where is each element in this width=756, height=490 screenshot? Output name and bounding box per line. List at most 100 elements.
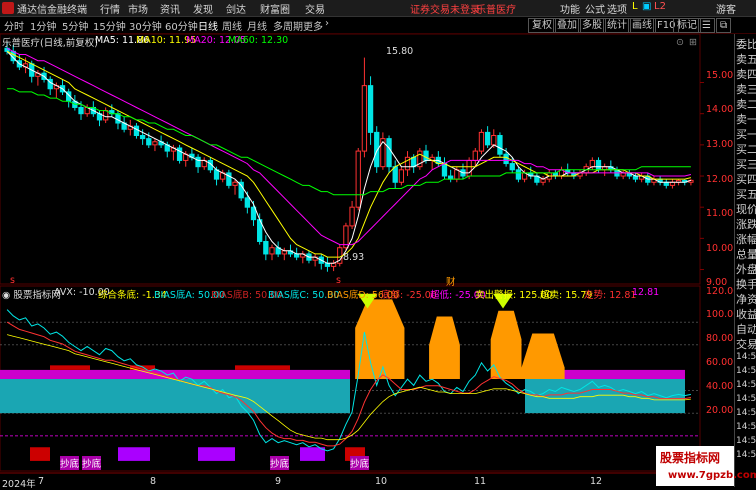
period-toolbar: 分时 1分钟 5分钟 15分钟 30分钟 60分钟 日线 周线 月线 多周期 更… [0, 17, 756, 34]
chevron-right-icon[interactable]: › [325, 18, 329, 29]
fuquan-button[interactable]: 复权 [528, 18, 556, 33]
menu-shichang[interactable]: 市场 [128, 1, 148, 16]
price-tick-15: 15.00 [706, 70, 734, 81]
candle-body-18 [115, 113, 121, 124]
period-1min[interactable]: 1分钟 [30, 18, 56, 33]
period-15min[interactable]: 15分钟 [93, 18, 126, 33]
price-tick-12: 12.00 [706, 174, 734, 185]
huaxian-button[interactable]: 画线 [628, 18, 656, 33]
red-block-0 [50, 365, 90, 370]
candle-body-68 [423, 150, 429, 161]
indicator-name: ◉ 股票指标网 [2, 287, 61, 301]
date-9: 9 [275, 476, 282, 487]
rp-buy1: 买一 [736, 128, 756, 141]
diejia-button[interactable]: 叠加 [553, 18, 581, 33]
fullscreen-icon[interactable]: ⧉ [716, 18, 732, 33]
candle-body-73 [454, 169, 460, 180]
price-tick-13: 13.00 [706, 139, 734, 150]
app-logo-icon [2, 2, 14, 14]
period-daily[interactable]: 日线 [198, 18, 218, 33]
rp-sell2: 卖二 [736, 98, 756, 111]
rp-weibi: 委比 [736, 38, 756, 51]
quote-side-panel[interactable]: 委比 卖五 卖四 卖三 卖二 卖一 买一 买二 买三 买四 买五 现价 涨跌 涨… [734, 34, 756, 487]
candle-body-39 [244, 197, 251, 208]
date-year: 2024年 [2, 479, 36, 490]
candle-body-21 [133, 125, 140, 137]
title-bar: 通达信金融终端 行情 市场 资讯 发现 剑达 财富圈 交易 证券交易未登录 乐普… [0, 0, 756, 17]
bottom-block-1 [118, 447, 150, 461]
rp-turnover: 换手 [736, 278, 756, 291]
period-fenshi[interactable]: 分时 [4, 18, 24, 33]
rp-buy4: 买四 [736, 173, 756, 186]
candle-body-76 [472, 150, 478, 161]
menu-faxian[interactable]: 发现 [193, 1, 213, 16]
period-5min[interactable]: 5分钟 [62, 18, 88, 33]
period-30min[interactable]: 30分钟 [129, 18, 162, 33]
menu-caifuquan[interactable]: 财富圈 [260, 1, 290, 16]
rp-auto[interactable]: 自动 [736, 321, 756, 337]
rp-time-6: 14:56 [736, 422, 756, 432]
rp-time-8: 14:56 [736, 450, 756, 460]
price-tick-14: 14.00 [706, 104, 734, 115]
high-marker: 15.80 [386, 46, 414, 57]
rp-change: 涨跌 [736, 218, 756, 231]
period-multi[interactable]: 多周期 [273, 18, 303, 33]
menu-zixun[interactable]: 资讯 [160, 1, 180, 16]
rp-buy2: 买二 [736, 143, 756, 156]
candles [4, 42, 694, 272]
window-toggle-icon[interactable]: ☰ [698, 18, 715, 33]
candle-body-56 [349, 206, 355, 227]
menu-jiaoyi[interactable]: 交易 [305, 1, 325, 16]
period-monthly[interactable]: 月线 [247, 18, 267, 33]
menu-xuanxiang[interactable]: 选项 [607, 1, 627, 16]
tongji-button[interactable]: 统计 [603, 18, 631, 33]
candle-body-34 [213, 169, 220, 180]
watermark-url: www.7gpzb.com [668, 470, 756, 481]
ma60-label: MA60: 12.30 [228, 35, 289, 46]
rp-netasset: 净资 [736, 293, 756, 306]
expand-icon[interactable]: ⊞ [689, 37, 697, 48]
candle-body-77 [478, 131, 485, 152]
candle-body-22 [139, 135, 146, 140]
low-marker: 8.93 [343, 252, 365, 263]
menu-gongneng[interactable]: 功能 [560, 1, 580, 16]
rp-trade[interactable]: 交易 [736, 336, 756, 352]
period-more[interactable]: 更多 [303, 18, 323, 33]
candle-body-79 [491, 135, 497, 146]
rp-price: 现价 [736, 203, 756, 216]
date-10: 10 [375, 476, 388, 487]
price-panel-frame [0, 34, 701, 285]
rp-time-5: 14:56 [736, 408, 756, 418]
s-marker-1: s [10, 275, 15, 286]
rp-buy3: 买三 [736, 158, 756, 171]
kline-chart[interactable] [0, 34, 734, 487]
rp-time-3: 14:56 [736, 380, 756, 390]
moving-averages [6, 47, 692, 264]
guest-label[interactable]: 游客 [716, 1, 736, 16]
duogu-button[interactable]: 多股 [578, 18, 606, 33]
menu-jianda[interactable]: 剑达 [226, 1, 246, 16]
collapse-icon[interactable]: ⊙ [676, 37, 684, 48]
biaoji-button[interactable]: 标记 [673, 18, 701, 33]
chaodi-tag-1: 抄底 [60, 456, 80, 470]
rp-time-1: 14:56 [736, 352, 756, 362]
date-11: 11 [474, 476, 487, 487]
candle-body-58 [361, 85, 368, 152]
menu-gongshi[interactable]: 公式 [585, 1, 605, 16]
rp-time-4: 14:56 [736, 394, 756, 404]
candle-body-37 [232, 181, 238, 186]
ind-tick-20: 20.00 [706, 405, 734, 416]
period-weekly[interactable]: 周线 [222, 18, 242, 33]
candle-body-66 [411, 156, 417, 168]
rp-sell3: 卖三 [736, 83, 756, 96]
menu-hangqing[interactable]: 行情 [100, 1, 120, 16]
date-12: 12 [590, 476, 603, 487]
candle-body-81 [503, 153, 509, 165]
login-notice[interactable]: 证券交易未登录 [410, 1, 480, 16]
orange-block-0 [355, 299, 405, 379]
window-icon[interactable]: ▣ [642, 1, 651, 12]
period-60min[interactable]: 60分钟 [165, 18, 198, 33]
watermark-title: 股票指标网 [660, 451, 721, 465]
ma5-line [6, 51, 692, 264]
level2-badge-icon: L2 [654, 1, 666, 12]
